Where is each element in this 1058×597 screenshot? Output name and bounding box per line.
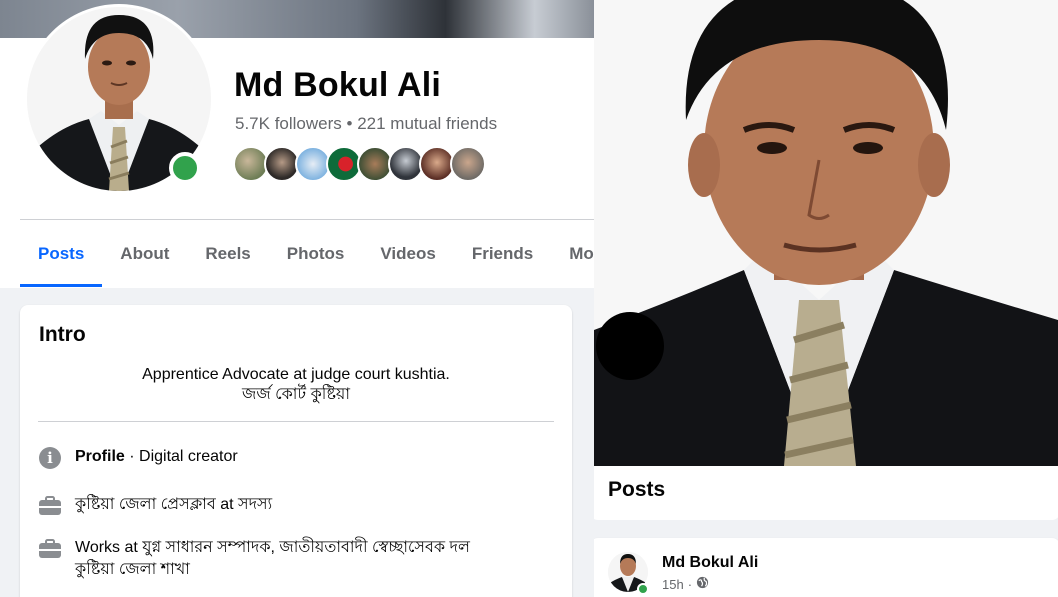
tab-label: Videos bbox=[380, 244, 436, 263]
followers-link[interactable]: 5.7K followers bbox=[235, 114, 342, 133]
posts-section-title: Posts bbox=[608, 478, 666, 501]
tab-label: Photos bbox=[286, 244, 345, 263]
online-status-indicator bbox=[637, 583, 649, 595]
profile-type-sep: · bbox=[124, 448, 140, 465]
profile-stats: 5.7K followers • 221 mutual friends bbox=[235, 114, 497, 134]
online-status-indicator bbox=[169, 152, 201, 184]
tab-label: More bbox=[569, 244, 594, 263]
tab-label: Reels bbox=[205, 244, 251, 263]
profile-tabs: Posts About Reels Photos Videos Friends … bbox=[20, 224, 594, 288]
tab-label: About bbox=[120, 244, 170, 263]
globe-icon bbox=[696, 576, 709, 592]
intro-title: Intro bbox=[39, 323, 86, 346]
tab-friends[interactable]: Friends bbox=[454, 224, 551, 284]
post-author-name[interactable]: Md Bokul Ali bbox=[662, 554, 758, 572]
work-text[interactable]: কুষ্টিয়া জেলা প্রেসক্লাব at সদস্য bbox=[75, 494, 272, 516]
intro-work-row: কুষ্টিয়া জেলা প্রেসক্লাব at সদস্য bbox=[38, 494, 272, 518]
profile-name: Md Bokul Ali bbox=[234, 66, 442, 104]
friend-avatar[interactable] bbox=[450, 146, 486, 182]
tab-about[interactable]: About bbox=[102, 224, 187, 284]
post-meta-dot: · bbox=[687, 576, 693, 592]
tab-more[interactable]: More▾ bbox=[551, 224, 594, 284]
briefcase-icon bbox=[38, 537, 62, 561]
post-card: Md Bokul Ali 15h · bbox=[594, 538, 1058, 597]
tab-posts[interactable]: Posts bbox=[20, 224, 103, 287]
profile-panel: Md Bokul Ali 5.7K followers • 221 mutual… bbox=[0, 0, 594, 597]
stats-separator: • bbox=[346, 114, 353, 133]
mutual-friends-link[interactable]: 221 mutual friends bbox=[357, 114, 497, 133]
tab-reels[interactable]: Reels bbox=[187, 224, 268, 284]
tab-photos[interactable]: Photos bbox=[269, 224, 363, 284]
work-text[interactable]: Works at যুগ্ন সাধারন সম্পাদক, জাতীয়তাব… bbox=[75, 537, 470, 559]
tab-label: Posts bbox=[38, 244, 85, 263]
profile-type-label: Profile bbox=[75, 448, 125, 465]
intro-divider bbox=[38, 421, 554, 422]
intro-work-row: Works at যুগ্ন সাধারন সম্পাদক, জাতীয়তাব… bbox=[38, 537, 470, 581]
profile-photo-large[interactable] bbox=[594, 0, 1058, 466]
tab-label: Friends bbox=[471, 244, 534, 263]
mutual-friends-avatars[interactable] bbox=[233, 146, 486, 184]
post-time[interactable]: 15h bbox=[662, 577, 684, 592]
info-icon: i bbox=[38, 446, 62, 470]
profile-type-value: Digital creator bbox=[139, 448, 238, 465]
tab-videos[interactable]: Videos bbox=[362, 224, 453, 284]
bio-line: Apprentice Advocate at judge court kusht… bbox=[142, 366, 450, 383]
work-text[interactable]: কুষ্টিয়া জেলা শাখা bbox=[75, 559, 470, 581]
photo-panel: Posts Md Bokul Ali 15h · bbox=[594, 0, 1058, 597]
header-divider bbox=[20, 219, 594, 220]
post-meta: 15h · bbox=[662, 576, 709, 592]
briefcase-icon bbox=[38, 494, 62, 518]
intro-bio: Apprentice Advocate at judge court kusht… bbox=[20, 365, 572, 405]
intro-profile-row: i Profile · Digital creator bbox=[38, 446, 238, 470]
bio-line: জর্জ কোর্ট কুষ্টিয়া bbox=[242, 386, 350, 403]
intro-card: Intro Apprentice Advocate at judge court… bbox=[20, 305, 572, 597]
